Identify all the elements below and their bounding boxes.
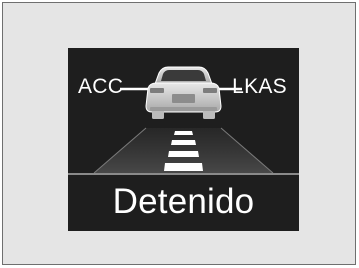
- status-text: Detenido: [112, 182, 255, 221]
- multi-info-display: ACC LKAS Detenido: [68, 48, 299, 231]
- display-divider: [68, 173, 299, 175]
- car-rear-icon: [145, 66, 222, 119]
- acc-lkas-scene: [93, 66, 274, 173]
- acc-label: ACC: [78, 75, 124, 98]
- lkas-label: LKAS: [232, 75, 287, 98]
- figure-frame: ACC LKAS Detenido: [2, 2, 356, 265]
